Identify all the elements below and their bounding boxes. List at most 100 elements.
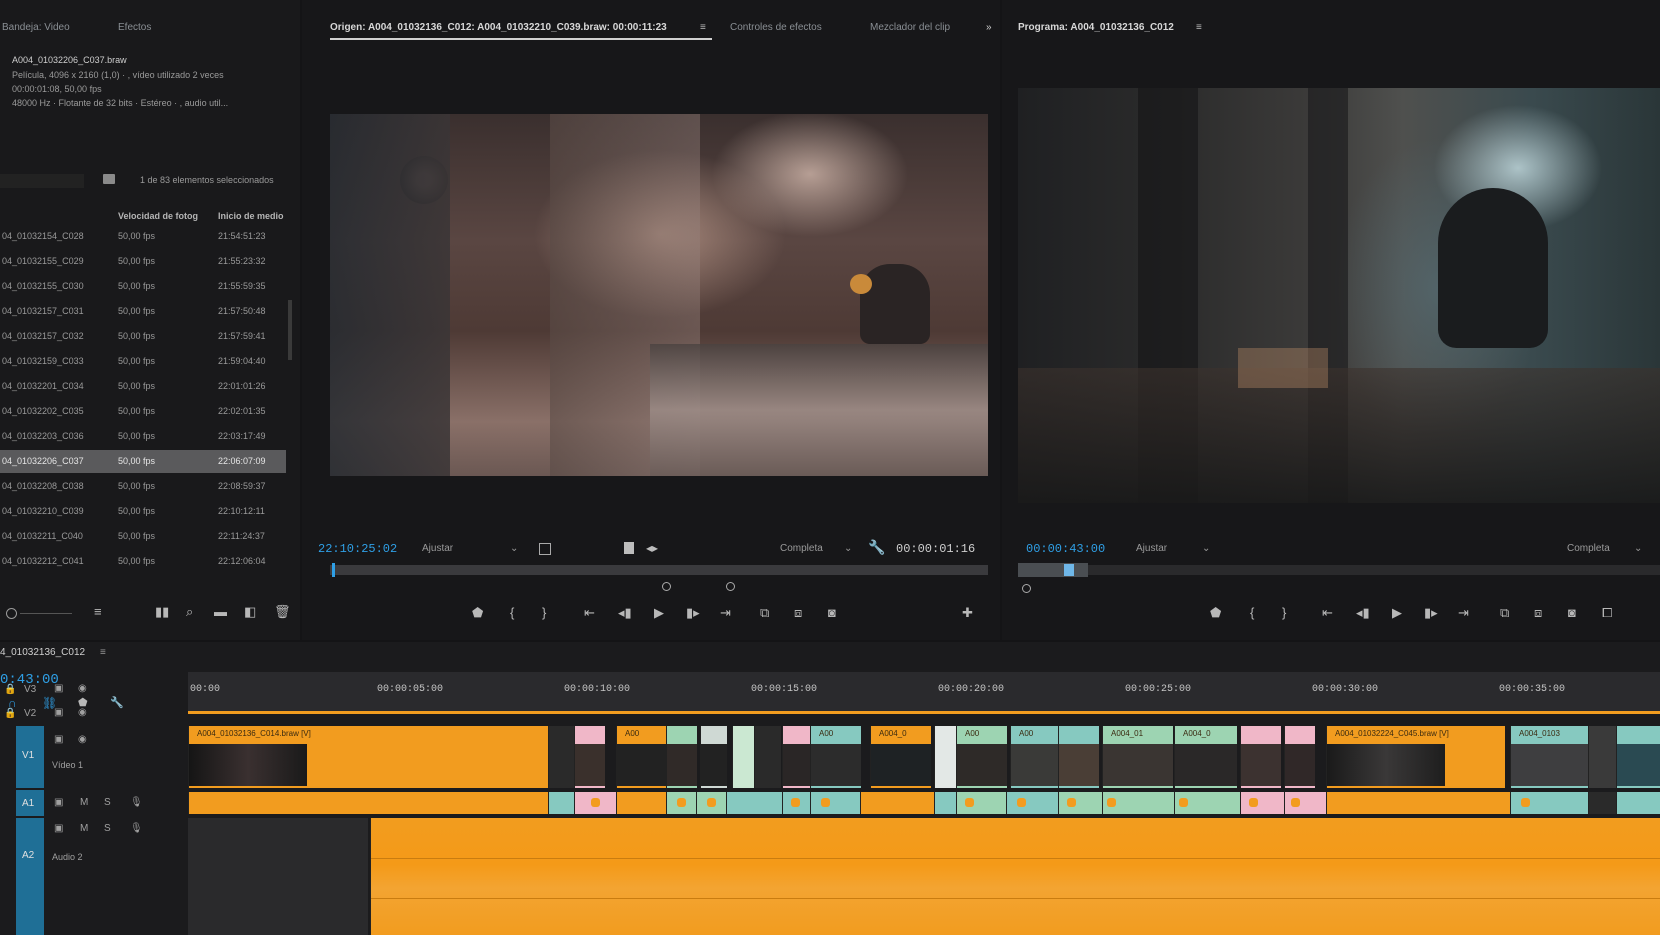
audio-clip[interactable] xyxy=(810,792,861,814)
mic-icon[interactable]: 🎙 xyxy=(130,823,143,834)
menu-icon[interactable]: ≡ xyxy=(1196,22,1202,33)
zoom-handle-icon[interactable] xyxy=(1022,584,1031,593)
list-item[interactable]: 04_01032201_C034 50,00 fps 22:01:01:26 xyxy=(0,375,286,398)
solo-icon[interactable]: S xyxy=(104,823,111,834)
video-clip[interactable] xyxy=(666,726,697,788)
chevron-down-icon[interactable]: ⌄ xyxy=(1634,543,1642,554)
step-forward-icon[interactable]: ▮▸ xyxy=(686,605,700,621)
audio-clip[interactable] xyxy=(1588,792,1617,814)
play-icon[interactable]: ▶ xyxy=(1392,605,1402,621)
tab-effects[interactable]: Efectos xyxy=(118,22,151,33)
video-clip[interactable] xyxy=(1588,726,1617,788)
comparison-view-icon[interactable]: ⧠ xyxy=(1602,605,1612,621)
sync-icon[interactable]: ▣ xyxy=(54,823,63,834)
go-to-out-icon[interactable]: ⇥ xyxy=(1458,605,1469,621)
wrench-icon[interactable]: 🔧 xyxy=(868,539,885,556)
drag-audio-icon[interactable]: ◂▸ xyxy=(646,541,658,555)
audio-clip[interactable] xyxy=(1174,792,1241,814)
mark-out-icon[interactable]: } xyxy=(1282,605,1286,620)
col-header-fps[interactable]: Velocidad de fotog xyxy=(118,211,198,221)
solo-icon[interactable]: S xyxy=(104,797,111,808)
list-item[interactable]: 04_01032155_C030 50,00 fps 21:55:59:35 xyxy=(0,275,286,298)
menu-icon[interactable]: ≡ xyxy=(700,22,706,33)
camera-icon[interactable]: ◙ xyxy=(1568,605,1576,620)
eye-icon[interactable]: ◉ xyxy=(78,707,87,718)
video-clip[interactable] xyxy=(1058,726,1099,788)
source-scrubber[interactable] xyxy=(330,565,988,575)
find-icon[interactable]: ⌕ xyxy=(186,604,193,620)
video-clip[interactable]: A004_01032224_C045.braw [V] xyxy=(1326,726,1505,788)
mic-icon[interactable]: 🎙 xyxy=(130,797,143,808)
tab-effect-controls[interactable]: Controles de efectos xyxy=(730,22,822,33)
step-back-icon[interactable]: ◂▮ xyxy=(618,605,632,621)
lift-icon[interactable]: ⧉ xyxy=(1500,605,1509,621)
chevron-down-icon[interactable]: ⌄ xyxy=(510,543,518,554)
audio-clip[interactable] xyxy=(1284,792,1327,814)
audio-clip[interactable] xyxy=(1616,792,1660,814)
audio-clip[interactable] xyxy=(616,792,667,814)
new-item-icon[interactable]: ◧ xyxy=(244,604,256,620)
zoom-handle-icon[interactable] xyxy=(726,582,735,591)
mute-icon[interactable]: M xyxy=(80,797,88,808)
video-clip[interactable] xyxy=(754,726,781,788)
list-item[interactable]: 04_01032154_C028 50,00 fps 21:54:51:23 xyxy=(0,225,286,248)
sync-icon[interactable]: ▣ xyxy=(54,707,63,718)
chevron-down-icon[interactable]: ⌄ xyxy=(1202,543,1210,554)
eye-icon[interactable]: ◉ xyxy=(78,734,87,745)
list-item[interactable]: 04_01032203_C036 50,00 fps 22:03:17:49 xyxy=(0,425,286,448)
tab-bin-video[interactable]: Bandeja: Video xyxy=(2,22,70,33)
video-clip[interactable]: A004_01 xyxy=(1102,726,1173,788)
audio-clip[interactable] xyxy=(666,792,697,814)
drag-video-icon[interactable] xyxy=(624,542,634,554)
list-item[interactable]: 04_01032212_C041 50,00 fps 22:12:06:04 xyxy=(0,550,286,573)
video-clip[interactable]: A00 xyxy=(810,726,861,788)
step-back-icon[interactable]: ◂▮ xyxy=(1356,605,1370,621)
list-item[interactable]: 04_01032155_C029 50,00 fps 21:55:23:32 xyxy=(0,250,286,273)
overflow-tabs-icon[interactable]: » xyxy=(986,22,992,33)
sequence-tab[interactable]: 4_01032136_C012 xyxy=(0,647,85,658)
video-clip[interactable] xyxy=(1616,726,1660,788)
list-item[interactable]: 04_01032208_C038 50,00 fps 22:08:59:37 xyxy=(0,475,286,498)
extract-icon[interactable]: ⧈ xyxy=(1534,605,1542,621)
chevron-down-icon[interactable]: ⌄ xyxy=(844,543,852,554)
overwrite-icon[interactable]: ⧈ xyxy=(794,605,802,621)
program-scrubber[interactable] xyxy=(1018,565,1660,575)
step-forward-icon[interactable]: ▮▸ xyxy=(1424,605,1438,621)
list-item[interactable]: 04_01032202_C035 50,00 fps 22:02:01:35 xyxy=(0,400,286,423)
safe-margins-icon[interactable] xyxy=(539,543,551,555)
time-ruler[interactable]: 00:00 00:00:05:00 00:00:10:00 00:00:15:00 00… xyxy=(188,672,1660,714)
eye-icon[interactable]: ◉ xyxy=(78,683,87,694)
sort-icon[interactable]: ≡ xyxy=(94,604,102,619)
audio-clip[interactable] xyxy=(188,792,549,814)
tab-clip-mixer[interactable]: Mezclador del clip xyxy=(870,22,950,33)
go-to-in-icon[interactable]: ⇤ xyxy=(584,605,595,621)
zoom-handle-icon[interactable] xyxy=(662,582,671,591)
sync-icon[interactable]: ▣ xyxy=(54,683,63,694)
program-playhead[interactable] xyxy=(1064,564,1074,576)
program-playhead-timecode[interactable]: 00:00:43:00 xyxy=(1026,542,1105,556)
audio-clip[interactable] xyxy=(860,792,935,814)
list-item[interactable]: 04_01032210_C039 50,00 fps 22:10:12:11 xyxy=(0,500,286,523)
audio-clip[interactable] xyxy=(1240,792,1285,814)
mark-out-icon[interactable]: } xyxy=(542,605,546,620)
insert-icon[interactable]: ⧉ xyxy=(760,605,769,621)
video-clip[interactable] xyxy=(782,726,811,788)
audio-clip[interactable] xyxy=(1326,792,1511,814)
go-to-in-icon[interactable]: ⇤ xyxy=(1322,605,1333,621)
list-item[interactable]: 04_01032206_C037 50,00 fps 22:06:07:09 xyxy=(0,450,286,473)
list-item[interactable]: 04_01032159_C033 50,00 fps 21:59:04:40 xyxy=(0,350,286,373)
trash-icon[interactable]: 🗑 xyxy=(274,604,291,620)
tab-program[interactable]: Programa: A004_01032136_C012 xyxy=(1018,22,1174,33)
col-header-start[interactable]: Inicio de medio xyxy=(218,211,284,221)
lock-icon[interactable]: 🔒 xyxy=(4,708,16,719)
video-clip[interactable]: A00 xyxy=(956,726,1007,788)
audio-clip[interactable] xyxy=(696,792,727,814)
audio-clip[interactable] xyxy=(726,792,783,814)
audio-clip[interactable] xyxy=(1058,792,1103,814)
program-video-frame[interactable] xyxy=(1018,88,1660,503)
add-marker-icon[interactable]: ⬟ xyxy=(472,605,483,621)
audio-clip[interactable] xyxy=(1006,792,1059,814)
tab-source[interactable]: Origen: A004_01032136_C012: A004_0103221… xyxy=(330,22,667,33)
video-clip[interactable] xyxy=(574,726,605,788)
audio-clip[interactable] xyxy=(1510,792,1589,814)
